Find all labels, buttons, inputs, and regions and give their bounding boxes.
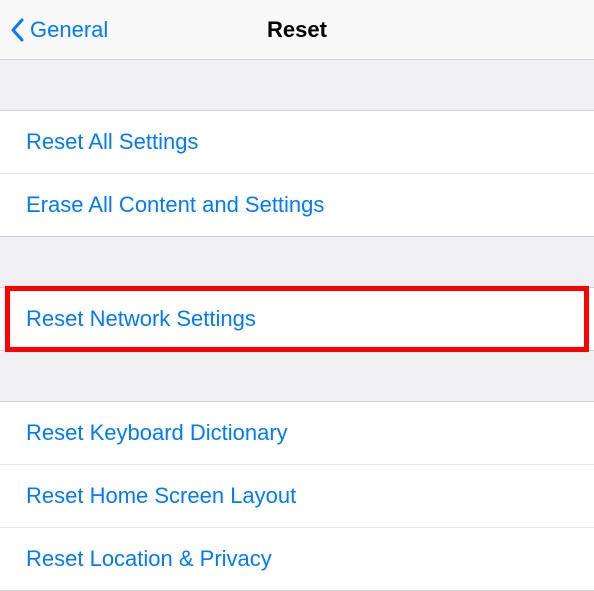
- chevron-left-icon: [10, 18, 24, 42]
- list-item-label: Reset Keyboard Dictionary: [26, 420, 288, 445]
- list-group-3: Reset Keyboard Dictionary Reset Home Scr…: [0, 401, 594, 591]
- page-title: Reset: [267, 17, 327, 43]
- list-group-1: Reset All Settings Erase All Content and…: [0, 110, 594, 237]
- back-button[interactable]: General: [0, 17, 108, 43]
- reset-location-privacy[interactable]: Reset Location & Privacy: [0, 527, 594, 590]
- nav-bar: General Reset: [0, 0, 594, 60]
- list-item-label: Erase All Content and Settings: [26, 192, 324, 217]
- reset-home-screen-layout[interactable]: Reset Home Screen Layout: [0, 464, 594, 527]
- list-group-2: Reset Network Settings: [0, 287, 594, 351]
- section-spacer: [0, 60, 594, 110]
- reset-keyboard-dictionary[interactable]: Reset Keyboard Dictionary: [0, 402, 594, 464]
- list-item-label: Reset Home Screen Layout: [26, 483, 296, 508]
- list-item-label: Reset Network Settings: [26, 306, 256, 331]
- section-spacer: [0, 351, 594, 401]
- reset-all-settings[interactable]: Reset All Settings: [0, 111, 594, 173]
- section-spacer: [0, 237, 594, 287]
- reset-network-settings[interactable]: Reset Network Settings: [0, 288, 594, 350]
- back-label: General: [30, 17, 108, 43]
- erase-all-content[interactable]: Erase All Content and Settings: [0, 173, 594, 236]
- list-item-label: Reset Location & Privacy: [26, 546, 272, 571]
- list-item-label: Reset All Settings: [26, 129, 198, 154]
